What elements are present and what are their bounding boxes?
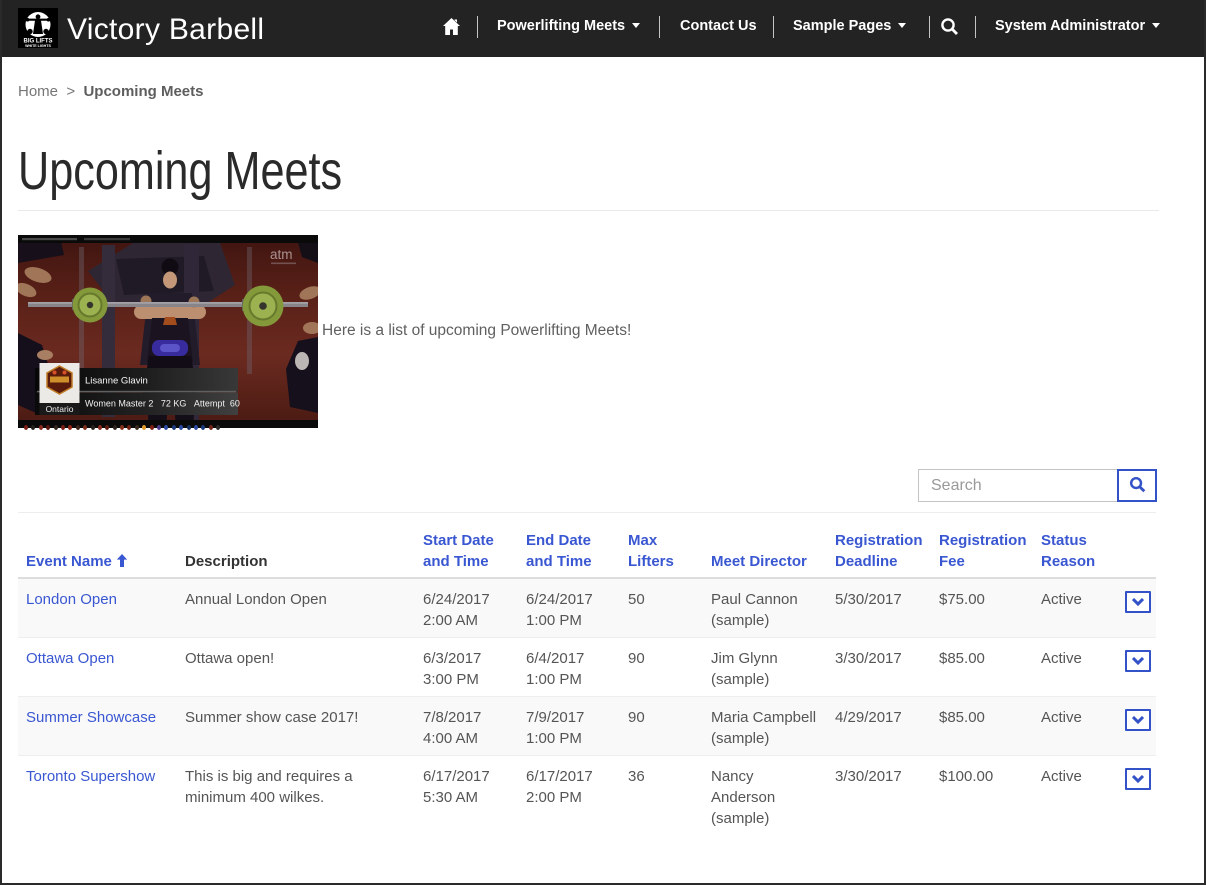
svg-text:atm: atm (270, 247, 293, 262)
svg-text:Women Master 2 72 KG Attem: Women Master 2 72 KG Attempt 60 (85, 399, 240, 409)
svg-text:Lisanne Glavin: Lisanne Glavin (85, 376, 148, 387)
svg-text:Ontario: Ontario (46, 404, 74, 414)
svg-text:WHITE LIGHTS: WHITE LIGHTS (25, 44, 51, 48)
